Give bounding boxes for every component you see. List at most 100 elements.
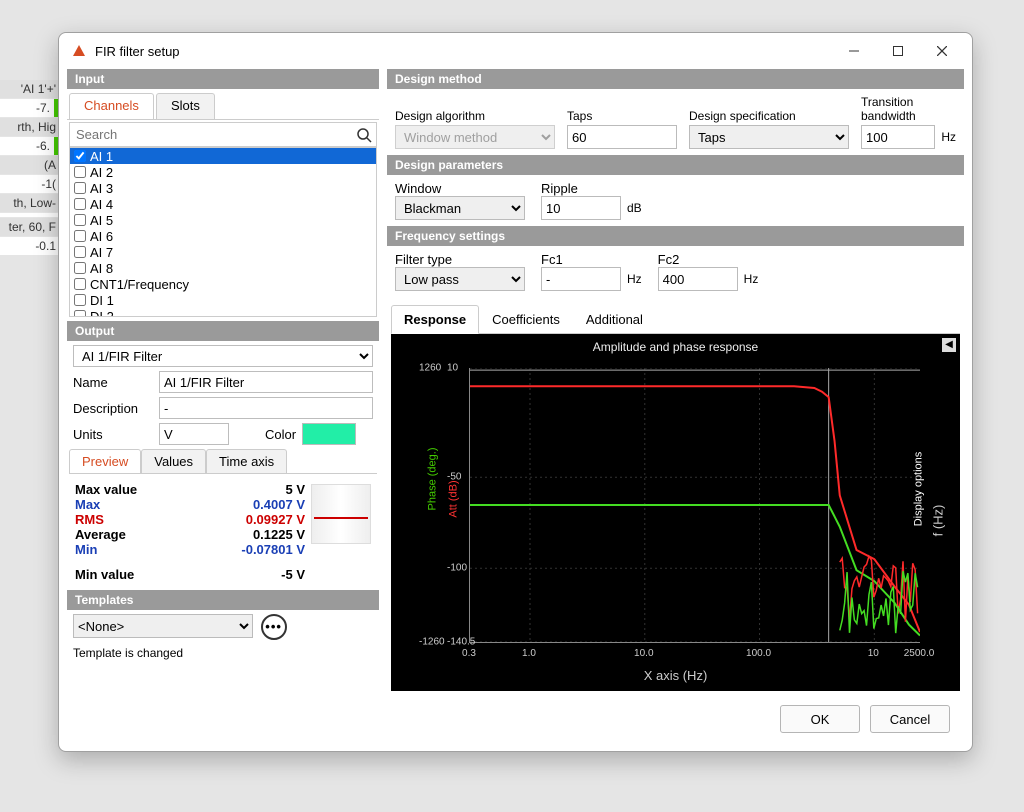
description-input[interactable] (159, 397, 373, 419)
channel-label: AI 3 (90, 181, 374, 196)
channel-row[interactable]: AI 3 (70, 180, 376, 196)
minimize-button[interactable] (832, 36, 876, 66)
channel-row[interactable]: AI 4 (70, 196, 376, 212)
template-more-button[interactable]: ••• (261, 614, 287, 640)
channel-row[interactable]: AI 5 (70, 212, 376, 228)
bg-text: -0.1 (0, 237, 60, 255)
ripple-unit: dB (627, 201, 642, 215)
units-input[interactable] (159, 423, 229, 445)
channel-label: AI 8 (90, 261, 374, 276)
tab-slots[interactable]: Slots (156, 93, 215, 119)
channel-row[interactable]: AI 8 (70, 260, 376, 276)
bg-text (0, 213, 60, 217)
fc1-input[interactable] (541, 267, 621, 291)
plot-area[interactable] (469, 368, 920, 643)
channel-checkbox[interactable] (74, 262, 86, 274)
tab-time-axis[interactable]: Time axis (206, 449, 287, 473)
channel-search[interactable] (69, 122, 377, 147)
bg-text: 'AI 1'+' (0, 80, 60, 98)
channel-list[interactable]: AI 1 AI 2 AI 3 AI 4 AI 5 AI 6 AI 7 AI 8 … (69, 147, 377, 317)
fc2-input[interactable] (658, 267, 738, 291)
template-select[interactable]: <None> (73, 614, 253, 638)
window-label: Window (395, 181, 525, 196)
channel-checkbox[interactable] (74, 198, 86, 210)
tab-coefficients[interactable]: Coefficients (479, 305, 573, 333)
close-icon (937, 46, 947, 56)
name-label: Name (73, 375, 153, 390)
response-chart[interactable]: ◀ Amplitude and phase response Phase (de… (391, 334, 960, 691)
tab-values[interactable]: Values (141, 449, 206, 473)
channel-checkbox[interactable] (74, 182, 86, 194)
channel-label: AI 1 (90, 149, 374, 164)
search-input[interactable] (74, 124, 356, 145)
right-axis-label: f (Hz) (931, 504, 946, 536)
channel-checkbox[interactable] (74, 246, 86, 258)
algo-select: Window method (395, 125, 555, 149)
maxvalue-value: 5 V (195, 482, 305, 497)
ok-button[interactable]: OK (780, 705, 860, 733)
template-status: Template is changed (73, 646, 373, 660)
design-method-header: Design method (387, 69, 964, 89)
titlebar[interactable]: FIR filter setup (59, 33, 972, 69)
channel-row[interactable]: AI 6 (70, 228, 376, 244)
tbw-unit: Hz (941, 130, 956, 144)
plot-svg (470, 368, 920, 642)
rms-value: 0.09927 V (195, 512, 305, 527)
bg-text: -7. (0, 99, 60, 117)
channel-checkbox[interactable] (74, 278, 86, 290)
output-section-header: Output (67, 321, 379, 341)
minvalue-value: -5 V (195, 567, 305, 582)
channel-label: AI 6 (90, 229, 374, 244)
channel-checkbox[interactable] (74, 310, 86, 317)
min-value: -0.07801 V (195, 542, 305, 557)
ripple-input[interactable] (541, 196, 621, 220)
bg-text: rth, Hig (0, 118, 60, 136)
channel-row[interactable]: CNT1/Frequency (70, 276, 376, 292)
name-input[interactable] (159, 371, 373, 393)
rms-label: RMS (75, 512, 195, 527)
fc2-unit: Hz (744, 272, 759, 286)
units-label: Units (73, 427, 153, 442)
channel-row[interactable]: AI 1 (70, 148, 376, 164)
channel-row[interactable]: AI 7 (70, 244, 376, 260)
taps-input[interactable] (567, 125, 677, 149)
channel-label: CNT1/Frequency (90, 277, 374, 292)
channel-checkbox[interactable] (74, 150, 86, 162)
maximize-button[interactable] (876, 36, 920, 66)
color-picker[interactable] (302, 423, 356, 445)
fc2-label: Fc2 (658, 252, 759, 267)
ripple-label: Ripple (541, 181, 642, 196)
channel-label: AI 5 (90, 213, 374, 228)
bg-text: (A (0, 156, 60, 174)
maxvalue-label: Max value (75, 482, 195, 497)
close-button[interactable] (920, 36, 964, 66)
window-title: FIR filter setup (95, 44, 832, 59)
filter-type-select[interactable]: Low pass (395, 267, 525, 291)
avg-label: Average (75, 527, 195, 542)
spec-label: Design specification (689, 109, 849, 123)
bg-text: ter, 60, F (0, 218, 60, 236)
channel-label: AI 4 (90, 197, 374, 212)
output-channel-select[interactable]: AI 1/FIR Filter (73, 345, 373, 367)
app-icon (71, 43, 87, 59)
tab-additional[interactable]: Additional (573, 305, 656, 333)
cancel-button[interactable]: Cancel (870, 705, 950, 733)
collapse-options-button[interactable]: ◀ (942, 338, 956, 352)
channel-row[interactable]: DI 1 (70, 292, 376, 308)
channel-label: AI 2 (90, 165, 374, 180)
channel-row[interactable]: DI 2 (70, 308, 376, 317)
channel-row[interactable]: AI 2 (70, 164, 376, 180)
spec-select[interactable]: Taps (689, 125, 849, 149)
tab-channels[interactable]: Channels (69, 93, 154, 119)
channel-checkbox[interactable] (74, 294, 86, 306)
channel-checkbox[interactable] (74, 230, 86, 242)
channel-label: AI 7 (90, 245, 374, 260)
min-label: Min (75, 542, 195, 557)
window-select[interactable]: Blackman (395, 196, 525, 220)
channel-checkbox[interactable] (74, 166, 86, 178)
tbw-input[interactable] (861, 125, 935, 149)
channel-checkbox[interactable] (74, 214, 86, 226)
tab-preview[interactable]: Preview (69, 449, 141, 473)
tab-response[interactable]: Response (391, 305, 479, 334)
fir-filter-dialog: FIR filter setup Input Channels Slots (58, 32, 973, 752)
